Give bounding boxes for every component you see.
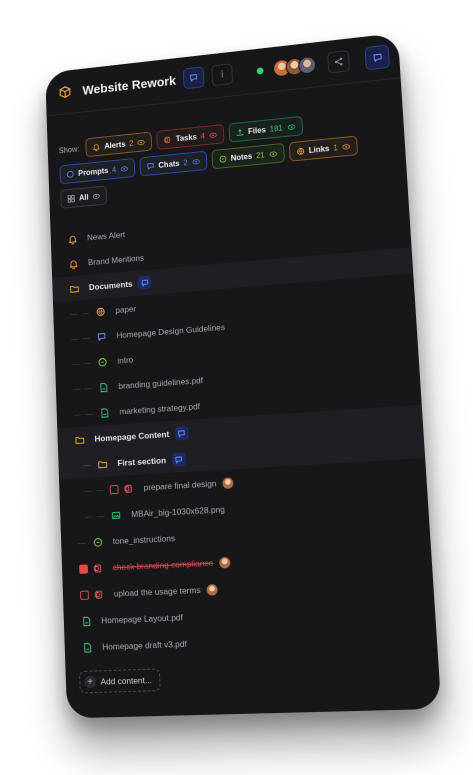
eye-icon (341, 142, 351, 152)
globe-icon (296, 146, 305, 156)
avatar (219, 556, 231, 569)
grid-icon (67, 194, 76, 203)
chat-icon[interactable] (174, 425, 189, 441)
filter-chip-prompts[interactable]: Prompts 4 (59, 157, 136, 185)
task-checkbox[interactable] (109, 484, 119, 494)
filter-chip-notes[interactable]: Notes 21 (211, 142, 285, 170)
pdf-file-icon (82, 642, 93, 654)
folder-icon (97, 458, 108, 469)
collaborator-avatars[interactable] (272, 55, 317, 78)
show-label: Show: (58, 144, 80, 155)
chat-icon (189, 73, 199, 83)
chat-button[interactable] (182, 66, 205, 90)
upload-icon (235, 127, 244, 136)
filter-chip-chats[interactable]: Chats 2 (139, 150, 208, 177)
add-content-button[interactable]: + Add content... (79, 668, 162, 694)
project-title: Website Rework (82, 72, 177, 98)
chat-icon (146, 161, 155, 170)
cube-icon (58, 85, 71, 99)
chat-icon (371, 52, 383, 64)
share-icon (333, 56, 343, 67)
note-icon (218, 154, 227, 163)
filter-chip-files[interactable]: Files 181 (228, 115, 303, 143)
eye-icon (191, 157, 200, 166)
folder-icon (69, 283, 80, 294)
eye-icon (268, 149, 277, 159)
filter-chip-alerts[interactable]: Alerts 2 (85, 131, 153, 158)
task-icon (123, 483, 134, 495)
eye-icon (208, 130, 217, 139)
info-button[interactable]: i (211, 63, 234, 87)
task-checkbox[interactable] (80, 590, 89, 600)
note-icon (92, 536, 103, 548)
filter-chip-all[interactable]: All (60, 185, 108, 209)
task-icon (92, 562, 103, 574)
eye-icon (286, 122, 295, 132)
avatar (297, 55, 317, 75)
share-button[interactable] (327, 50, 351, 74)
bell-icon (68, 258, 79, 269)
chat-icon[interactable] (137, 275, 152, 290)
globe-icon (95, 306, 106, 317)
eye-icon (92, 191, 101, 200)
avatar (222, 476, 234, 489)
app-window: Website Rework i Show: Alerts 2 Tasks 4 … (45, 32, 442, 719)
plus-icon: + (84, 675, 97, 689)
image-file-icon (111, 509, 122, 521)
bell-icon (92, 142, 101, 151)
info-icon: i (220, 69, 224, 80)
content-tree: News Alert Brand Mentions Documents — — … (50, 188, 439, 694)
bell-icon (67, 233, 78, 244)
avatar (206, 583, 218, 596)
chat-icon (96, 331, 107, 342)
task-icon (163, 135, 172, 144)
eye-icon (120, 164, 129, 173)
eye-icon (137, 137, 146, 146)
task-checkbox[interactable] (79, 563, 89, 574)
prompt-icon (66, 169, 75, 178)
filter-chip-tasks[interactable]: Tasks 4 (156, 124, 225, 150)
pdf-file-icon (98, 381, 109, 392)
pdf-file-icon (81, 615, 92, 627)
filter-chip-links[interactable]: Links 1 (288, 135, 359, 162)
folder-icon (74, 434, 85, 445)
chat-panel-button[interactable] (364, 44, 390, 71)
pdf-file-icon (99, 407, 110, 418)
note-icon (97, 356, 108, 367)
chat-icon[interactable] (171, 451, 186, 467)
online-status-dot (256, 66, 264, 75)
task-icon (93, 588, 104, 600)
